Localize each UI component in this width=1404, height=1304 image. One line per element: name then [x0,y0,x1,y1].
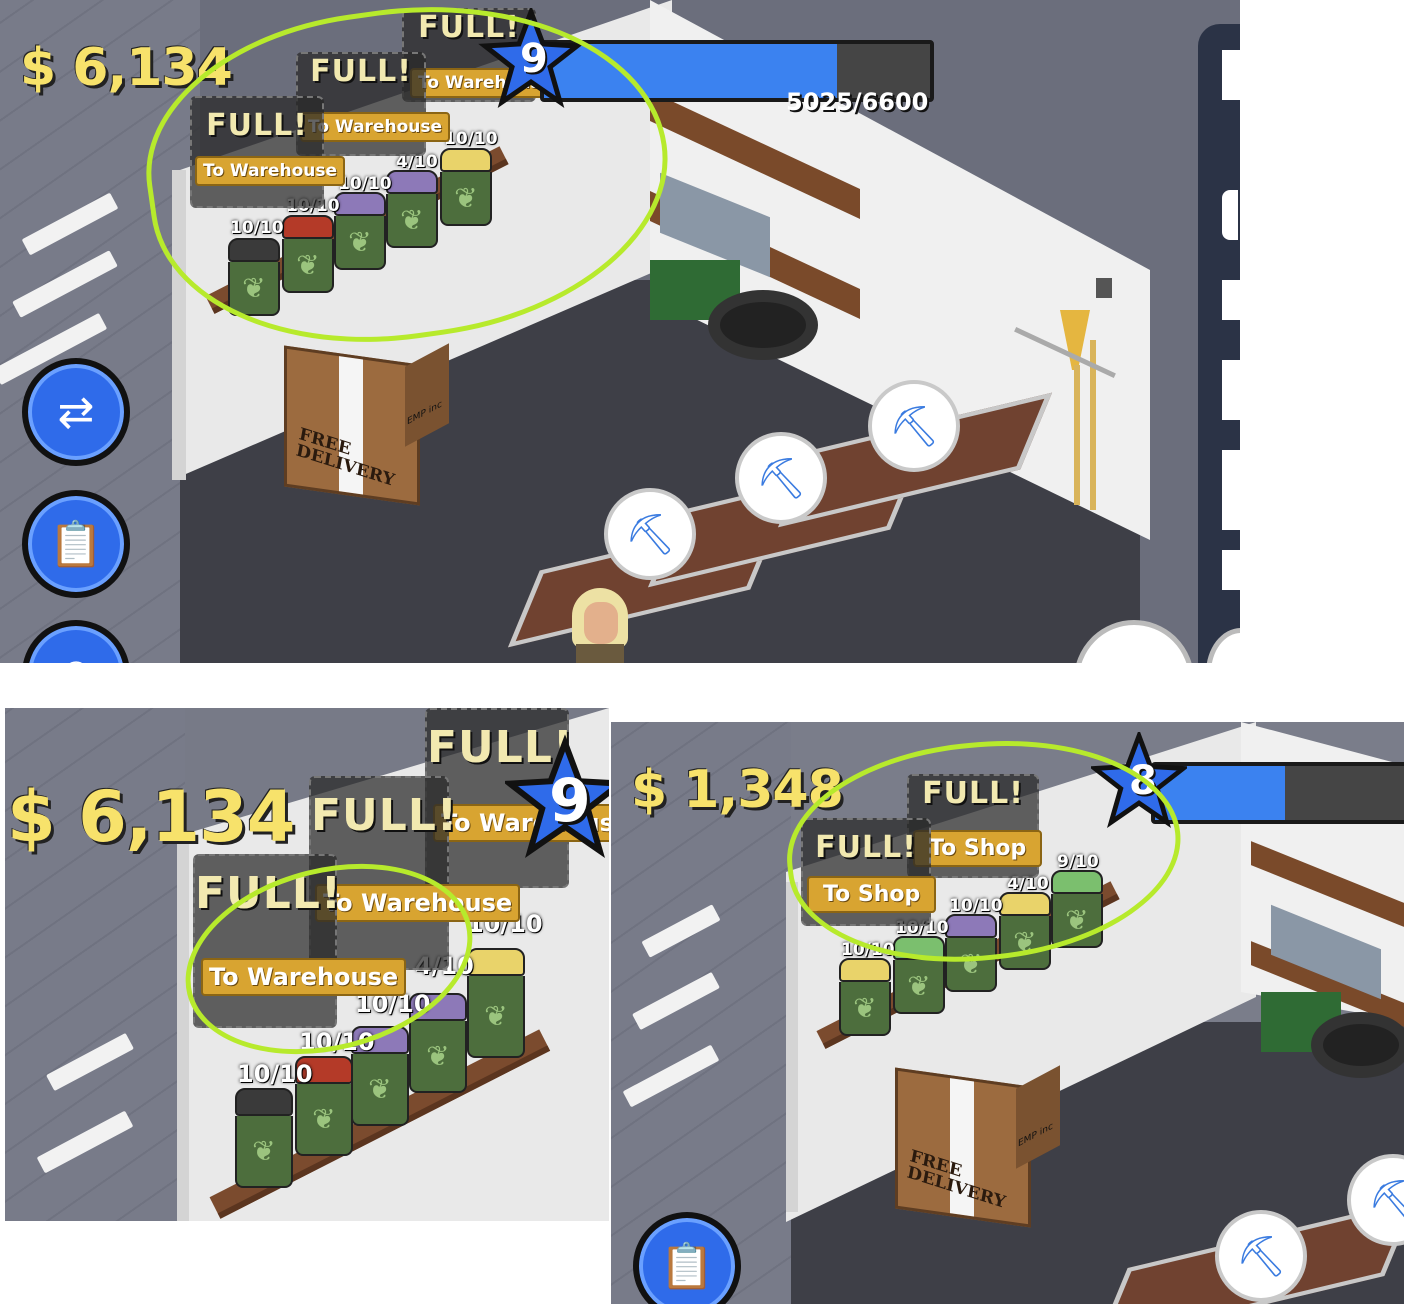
side-menu-icons [1222,40,1240,660]
tire [708,290,818,360]
money-display: $ 6,134 [7,776,295,858]
outlet [1096,278,1112,298]
jar[interactable]: ❦ [467,948,525,1058]
trowel-button[interactable]: ⛏ [868,380,960,472]
trowel-button[interactable]: ⛏ [735,432,827,524]
trowel-button[interactable]: ⛏ [604,488,696,580]
cannabis-leaf-icon: ❦ [312,1102,336,1136]
jar[interactable]: ❦ [235,1088,293,1188]
box-side-label: EMP inc [407,399,442,428]
room-left-wall-edge [786,882,798,1212]
trowel-button[interactable]: ⛏ [1215,1210,1307,1302]
clipboard-icon: 📋 [659,1241,715,1292]
cannabis-leaf-icon: ❦ [853,991,877,1025]
bottom-left-screenshot: ❦ ❦ ❦ ❦ ❦ 10/10 10/10 10/10 4/10 10/10 F… [5,708,609,1221]
clipboard-icon: 📋 [48,519,104,570]
clipboard-button[interactable]: 📋 [22,490,130,598]
full-label: FULL! [311,790,458,841]
free-delivery-box[interactable]: FREE DELIVERY [284,345,420,506]
tire [1311,1012,1404,1078]
location-pin-icon: ⌾ [63,649,89,664]
swap-weed-icon: ⇄ [57,386,95,438]
trowel-icon: ⛏ [1235,1233,1287,1280]
trowel-icon: ⛏ [1367,1177,1404,1224]
xp-text: 5025/6600 [786,88,929,116]
cannabis-leaf-icon: ❦ [426,1039,450,1073]
trowel-icon: ⛏ [755,455,807,502]
cannabis-leaf-icon: ❦ [484,999,508,1033]
swap-weed-button[interactable]: ⇄ [22,358,130,466]
level-number: 9 [549,766,591,836]
top-screenshot: ❦ ❦ ❦ ❦ ❦ 10/10 10/10 10/10 4/10 10/10 F… [0,0,1240,663]
cannabis-leaf-icon: ❦ [252,1134,276,1168]
trowel-icon: ⛏ [624,511,676,558]
bottom-right-screenshot: ❦ ❦ ❦ ❦ ❦ 10/10 10/10 10/10 4/10 9/10 FU… [611,722,1404,1304]
box-side-label: EMP inc [1018,1121,1053,1150]
xp-bar [1151,762,1404,824]
worker-character[interactable] [568,588,632,663]
free-delivery-box[interactable]: FREE DELIVERY [895,1067,1031,1228]
cannabis-leaf-icon: ❦ [368,1072,392,1106]
jar-count: 10/10 [237,1060,313,1088]
jar[interactable]: ❦ [839,958,891,1036]
broom [1014,310,1120,520]
room-left-wall-edge [177,838,189,1221]
cannabis-leaf-icon: ❦ [907,969,931,1003]
trowel-icon: ⛏ [888,403,940,450]
